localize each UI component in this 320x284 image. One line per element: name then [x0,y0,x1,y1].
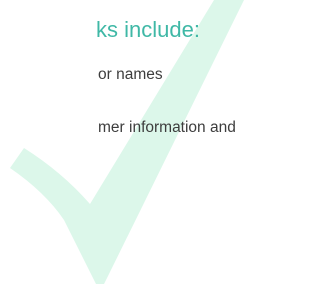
list-item-text: or names [98,66,163,83]
list-item-text: mer information and [98,119,236,136]
document-fragment: ks include: or names mer information and [0,0,244,284]
section-heading: ks include: [96,17,200,42]
